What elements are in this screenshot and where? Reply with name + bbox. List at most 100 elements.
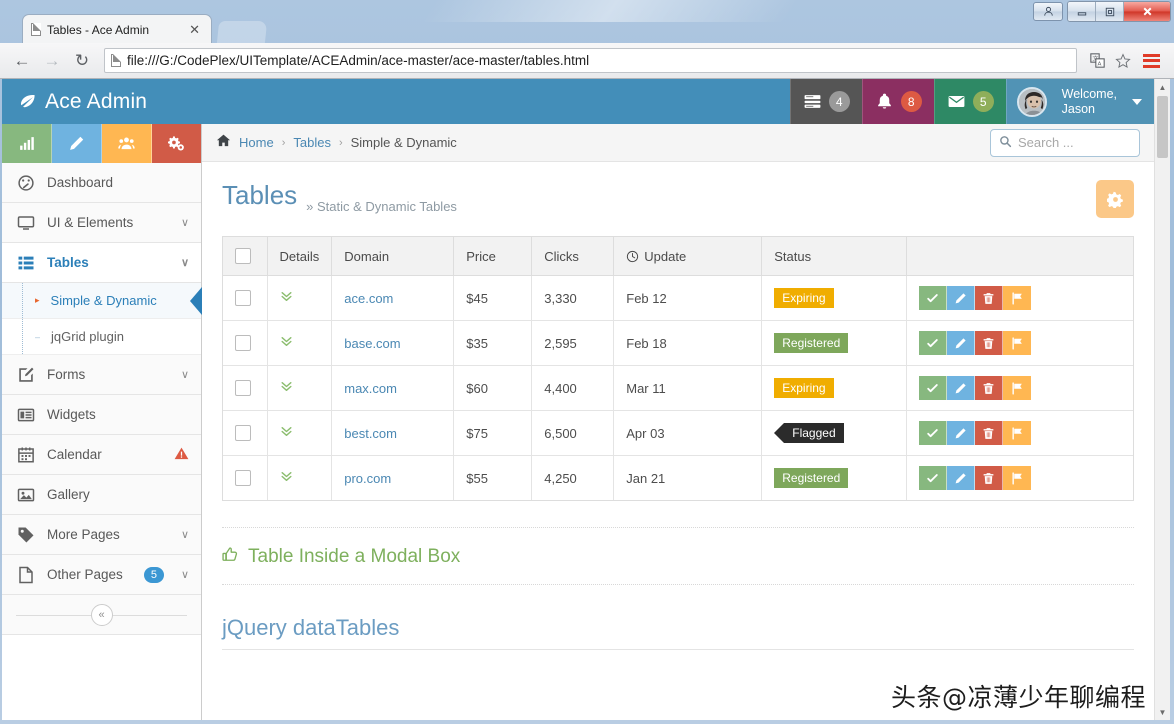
flag-button[interactable]: [1003, 466, 1032, 490]
sidebar-item-label: Other Pages: [47, 567, 123, 582]
scroll-up-arrow[interactable]: ▲: [1155, 79, 1170, 95]
search-input[interactable]: [1018, 135, 1131, 150]
app-brand[interactable]: Ace Admin: [2, 79, 192, 124]
approve-button[interactable]: [919, 286, 948, 310]
row-details-cell[interactable]: [267, 410, 333, 456]
dashboard-icon: [16, 173, 36, 193]
tab-close-icon[interactable]: ✕: [186, 22, 203, 38]
row-details-cell[interactable]: [267, 275, 333, 321]
row-checkbox[interactable]: [235, 380, 251, 396]
menu-line: [1143, 59, 1160, 62]
browser-menu-button[interactable]: [1137, 53, 1166, 68]
breadcrumb-tables-link[interactable]: Tables: [293, 135, 331, 150]
approve-button[interactable]: [919, 376, 948, 400]
sidebar-item-gallery[interactable]: Gallery: [2, 475, 201, 515]
domain-link[interactable]: ace.com: [344, 291, 393, 306]
new-tab-button[interactable]: [216, 21, 268, 44]
delete-button[interactable]: [975, 286, 1004, 310]
notifications-badge: 8: [900, 91, 922, 112]
flag-button[interactable]: [1003, 376, 1032, 400]
sidebar-subitem-jqgrid-plugin[interactable]: – jqGrid plugin: [2, 319, 201, 355]
sidebar-item-calendar[interactable]: Calendar: [2, 435, 201, 475]
modal-table-section-header[interactable]: Table Inside a Modal Box: [222, 546, 1134, 568]
delete-button[interactable]: [975, 376, 1004, 400]
row-checkbox[interactable]: [235, 470, 251, 486]
delete-button[interactable]: [975, 466, 1004, 490]
reload-button[interactable]: ↻: [68, 47, 96, 75]
sidebar-item-forms[interactable]: Forms ∨: [2, 355, 201, 395]
approve-button[interactable]: [919, 421, 948, 445]
shortcut-users-button[interactable]: [102, 124, 152, 163]
sidebar-item-other-pages[interactable]: Other Pages 5 ∨: [2, 555, 201, 595]
breadcrumb-home-link[interactable]: Home: [239, 135, 274, 150]
navbar-tasks-button[interactable]: 4: [789, 79, 862, 124]
pencil-icon: [70, 136, 84, 150]
page-subtitle: » Static & Dynamic Tables: [306, 199, 457, 214]
sidebar-item-tables[interactable]: Tables ∨: [2, 243, 201, 283]
sidebar-item-ui-elements[interactable]: UI & Elements ∨: [2, 203, 201, 243]
th-price[interactable]: Price: [453, 237, 533, 276]
delete-button[interactable]: [975, 331, 1004, 355]
navbar-messages-button[interactable]: 5: [933, 79, 1006, 124]
flag-icon: [1012, 471, 1022, 485]
sidebar-collapse-toggle[interactable]: «: [2, 595, 201, 635]
tab-tables-ace-admin[interactable]: Tables - Ace Admin ✕: [22, 14, 212, 44]
bookmark-star-icon[interactable]: [1111, 49, 1135, 73]
row-action-buttons: [919, 376, 1121, 400]
sidebar-item-label: Dashboard: [47, 175, 114, 190]
scrollbar-thumb[interactable]: [1157, 96, 1168, 158]
divider-dotted: [222, 527, 1134, 528]
edit-button[interactable]: [947, 421, 976, 445]
delete-button[interactable]: [975, 421, 1004, 445]
approve-button[interactable]: [919, 331, 948, 355]
flag-button[interactable]: [1003, 286, 1032, 310]
th-clicks[interactable]: Clicks: [531, 237, 615, 276]
th-update[interactable]: Update: [613, 237, 763, 276]
domain-link[interactable]: base.com: [344, 336, 400, 351]
th-status[interactable]: Status: [761, 237, 908, 276]
th-details[interactable]: Details: [267, 237, 333, 276]
domain-link[interactable]: pro.com: [344, 471, 391, 486]
back-button[interactable]: ←: [8, 47, 36, 75]
chevron-double-down-icon[interactable]: [280, 335, 293, 348]
row-checkbox[interactable]: [235, 290, 251, 306]
search-box[interactable]: [990, 128, 1140, 157]
translate-icon[interactable]: 文 A: [1085, 49, 1109, 73]
select-all-checkbox[interactable]: [235, 248, 251, 264]
chevron-double-down-icon[interactable]: [280, 380, 293, 393]
th-domain[interactable]: Domain: [331, 237, 455, 276]
address-bar[interactable]: file:///G:/CodePlex/UITemplate/ACEAdmin/…: [104, 48, 1077, 73]
sidebar-item-widgets[interactable]: Widgets: [2, 395, 201, 435]
edit-button[interactable]: [947, 286, 976, 310]
settings-gear-button[interactable]: [1096, 180, 1134, 218]
edit-button[interactable]: [947, 331, 976, 355]
flag-button[interactable]: [1003, 331, 1032, 355]
chevron-double-down-icon[interactable]: [280, 290, 293, 303]
shortcut-chart-button[interactable]: [2, 124, 52, 163]
home-icon: [216, 133, 231, 152]
edit-button[interactable]: [947, 376, 976, 400]
flag-button[interactable]: [1003, 421, 1032, 445]
row-details-cell[interactable]: [267, 320, 333, 366]
shortcut-settings-button[interactable]: [152, 124, 201, 163]
row-details-cell[interactable]: [267, 365, 333, 411]
page-scrollbar[interactable]: ▲ ▼: [1154, 79, 1170, 720]
chevron-double-down-icon[interactable]: [280, 425, 293, 438]
chevron-double-down-icon[interactable]: [280, 470, 293, 483]
forward-button[interactable]: →: [38, 47, 66, 75]
edit-button[interactable]: [947, 466, 976, 490]
table-head: Details Domain Price Clicks Update Statu…: [223, 237, 1133, 276]
row-checkbox[interactable]: [235, 425, 251, 441]
shortcut-edit-button[interactable]: [52, 124, 102, 163]
row-checkbox[interactable]: [235, 335, 251, 351]
domain-link[interactable]: max.com: [344, 381, 397, 396]
sidebar-item-more-pages[interactable]: More Pages ∨: [2, 515, 201, 555]
navbar-user-menu[interactable]: Welcome, Jason: [1005, 79, 1154, 124]
sidebar-item-dashboard[interactable]: Dashboard: [2, 163, 201, 203]
sidebar-subitem-simple-dynamic[interactable]: ▸ Simple & Dynamic: [2, 283, 201, 319]
navbar-notifications-button[interactable]: 8: [861, 79, 934, 124]
approve-button[interactable]: [919, 466, 948, 490]
domain-link[interactable]: best.com: [344, 426, 397, 441]
row-details-cell[interactable]: [267, 455, 333, 500]
scroll-down-arrow[interactable]: ▼: [1155, 704, 1170, 720]
